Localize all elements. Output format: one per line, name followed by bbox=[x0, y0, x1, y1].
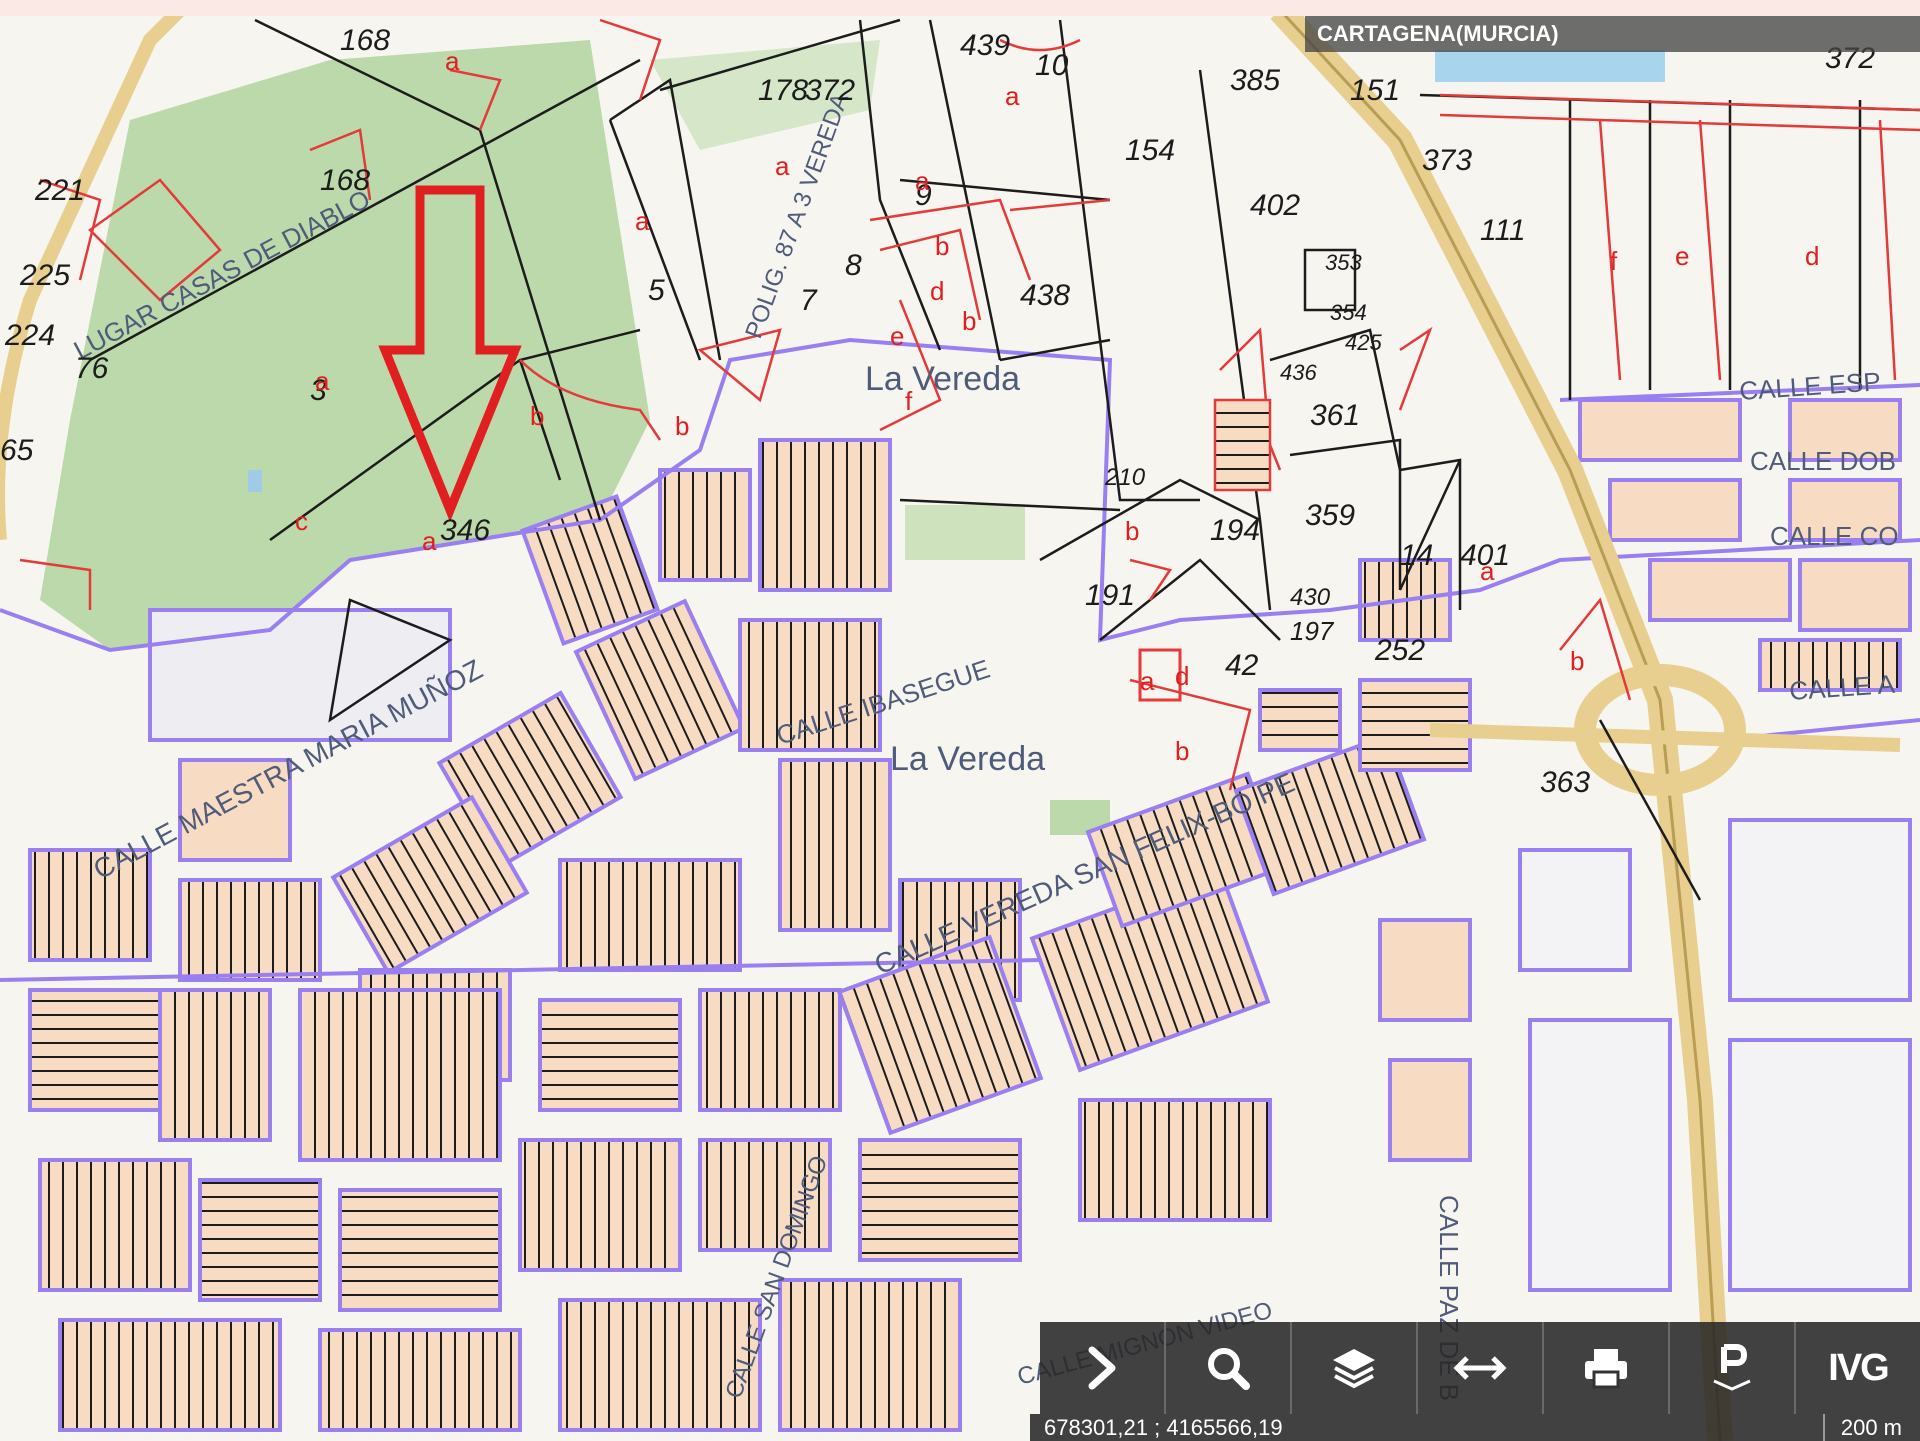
water bbox=[1435, 50, 1665, 82]
parcel-number: 14 bbox=[1400, 539, 1433, 572]
subparcel-letter: b bbox=[1570, 646, 1584, 676]
parcel-number: 168 bbox=[340, 24, 390, 57]
subparcel-letter: a bbox=[445, 46, 460, 76]
subparcel-letter: a bbox=[1140, 666, 1155, 696]
parcel-number: 373 bbox=[1422, 144, 1472, 177]
measure-arrows-icon bbox=[1453, 1353, 1507, 1383]
parcel-number: 8 bbox=[845, 249, 862, 282]
parcel-number: 42 bbox=[1225, 649, 1259, 682]
parcel-number: 425 bbox=[1345, 330, 1382, 355]
parcel-number: 436 bbox=[1280, 360, 1317, 385]
place-label-north: La Vereda bbox=[865, 360, 1020, 398]
parcel-number: 439 bbox=[960, 29, 1010, 62]
parcel-number: 194 bbox=[1210, 514, 1260, 547]
subparcel-letter: e bbox=[890, 321, 904, 351]
subparcel-letter: b bbox=[1175, 736, 1189, 766]
parcel-number: 225 bbox=[19, 259, 70, 292]
municipality-label: CARTAGENA(MURCIA) bbox=[1305, 16, 1920, 52]
parcel-number: 359 bbox=[1305, 499, 1355, 532]
status-bar: 678301,21 ; 4165566,19 200 m bbox=[1030, 1414, 1920, 1441]
parking-icon bbox=[1710, 1343, 1754, 1393]
subparcel-letter: a bbox=[315, 366, 330, 396]
sports-field bbox=[905, 505, 1025, 560]
parcel-number: 354 bbox=[1330, 300, 1367, 325]
subparcel-letter: b bbox=[530, 401, 544, 431]
print-icon bbox=[1582, 1346, 1630, 1390]
subparcel-letter: b bbox=[935, 231, 949, 261]
parcel-number: 346 bbox=[440, 514, 490, 547]
parcel-number: 76 bbox=[75, 352, 109, 385]
cadastral-map[interactable]: LUGAR CASAS DE DIABLO POLIG. 87 A 3 VERE… bbox=[0, 0, 1920, 1441]
subparcel-letter: a bbox=[635, 206, 650, 236]
parcel-number: 372 bbox=[805, 74, 855, 107]
parcel-number: 197 bbox=[1290, 616, 1335, 646]
parcel-number: 224 bbox=[4, 319, 55, 352]
parcel-number: 402 bbox=[1250, 189, 1300, 222]
layers-icon bbox=[1329, 1345, 1379, 1391]
parcel-number: 438 bbox=[1020, 279, 1070, 312]
place-label-south: La Vereda bbox=[890, 740, 1045, 778]
search-button[interactable] bbox=[1164, 1322, 1290, 1414]
coordinates-readout: 678301,21 ; 4165566,19 bbox=[1044, 1415, 1283, 1440]
expand-button[interactable] bbox=[1040, 1322, 1164, 1414]
subparcel-letter: e bbox=[1675, 241, 1689, 271]
parcel-number: 353 bbox=[1325, 250, 1362, 275]
subparcel-letter: f bbox=[1610, 246, 1618, 276]
parcel-number: 191 bbox=[1085, 579, 1135, 612]
parcel-number: 10 bbox=[1035, 49, 1069, 82]
parcel-number: 65 bbox=[0, 434, 34, 467]
street-label: CALLE DOB bbox=[1750, 446, 1896, 476]
scale-label: 200 m bbox=[1822, 1414, 1902, 1441]
ivg-button[interactable]: IVG bbox=[1794, 1322, 1920, 1414]
parcel-number: 5 bbox=[648, 274, 665, 307]
parcel-number: 363 bbox=[1540, 766, 1590, 799]
subparcel-letter: a bbox=[1005, 81, 1020, 111]
parcel-number: 221 bbox=[34, 174, 85, 207]
measure-button[interactable] bbox=[1416, 1322, 1542, 1414]
parcel-number: 430 bbox=[1290, 584, 1331, 611]
parcel-number: 154 bbox=[1125, 134, 1175, 167]
subparcel-letter: b bbox=[962, 306, 976, 336]
top-strip bbox=[0, 0, 1920, 16]
ivg-label: IVG bbox=[1828, 1346, 1889, 1389]
subparcel-letter: d bbox=[1805, 241, 1819, 271]
parcel-number: 168 bbox=[320, 164, 370, 197]
map-toolbar: IVG bbox=[1040, 1322, 1920, 1414]
subparcel-letter: b bbox=[675, 411, 689, 441]
parcel-number: 111 bbox=[1480, 214, 1526, 247]
parcel-number: 210 bbox=[1104, 464, 1146, 491]
search-icon bbox=[1205, 1345, 1251, 1391]
parcel-number: 385 bbox=[1230, 64, 1280, 97]
parcel-number: 151 bbox=[1350, 74, 1400, 107]
subparcel-letter: f bbox=[905, 386, 913, 416]
subparcel-letter: d bbox=[1175, 661, 1189, 691]
subparcel-letter: a bbox=[915, 166, 930, 196]
parcel-number: 178 bbox=[758, 74, 808, 107]
subparcel-letter: a bbox=[422, 526, 437, 556]
parking-button[interactable] bbox=[1668, 1322, 1794, 1414]
subparcel-letter: c bbox=[295, 506, 308, 536]
parcel-number: 361 bbox=[1310, 399, 1360, 432]
chevron-right-icon bbox=[1082, 1346, 1122, 1390]
parcel-number: 252 bbox=[1374, 634, 1425, 667]
subparcel-letter: b bbox=[1125, 516, 1139, 546]
layers-button[interactable] bbox=[1290, 1322, 1416, 1414]
street-label: CALLE CO bbox=[1770, 521, 1899, 551]
print-button[interactable] bbox=[1542, 1322, 1668, 1414]
subparcel-letter: a bbox=[1480, 556, 1495, 586]
parcel-number: 7 bbox=[800, 284, 818, 317]
subparcel-letter: d bbox=[930, 276, 944, 306]
subparcel-letter: a bbox=[775, 151, 790, 181]
